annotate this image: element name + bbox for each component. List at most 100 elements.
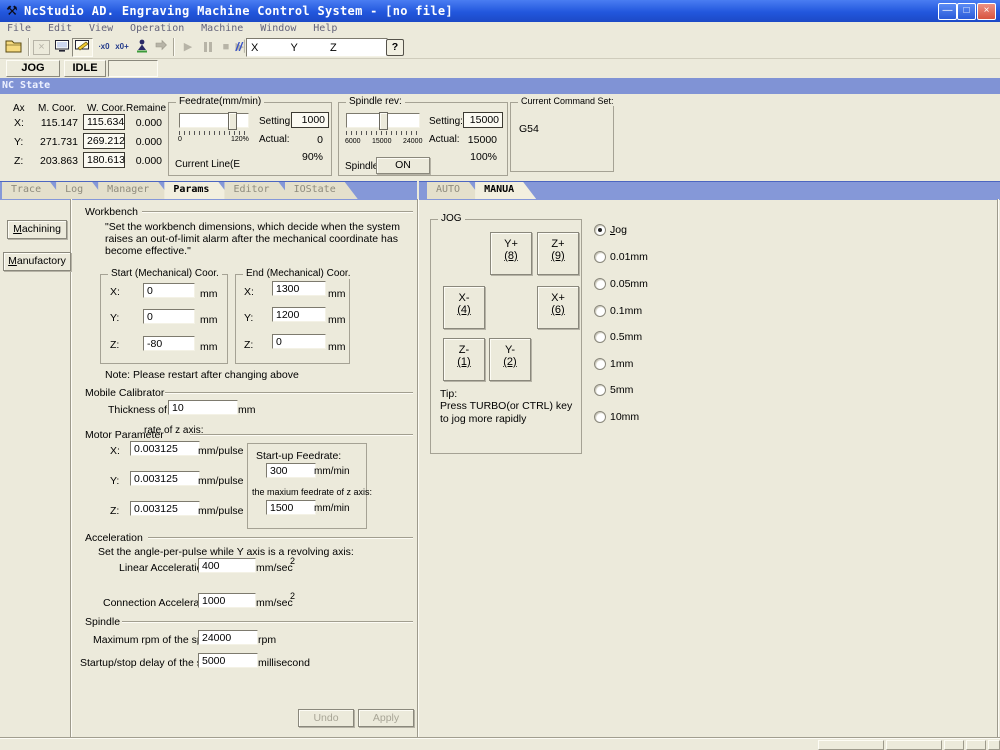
axis-select-input[interactable] (246, 38, 388, 57)
help-icon[interactable]: ? (386, 39, 404, 56)
jog-z-minus-button[interactable]: Z-(1) (443, 338, 485, 381)
radio-0-01mm[interactable] (594, 251, 606, 263)
apply-button[interactable]: Apply (358, 709, 414, 727)
back-to-origin-icon[interactable]: x0+ (113, 40, 131, 58)
minimize-icon[interactable]: — (938, 3, 957, 20)
statusbar-cell (944, 740, 964, 750)
menu-operation[interactable]: Operation (123, 22, 191, 34)
radio-1mm[interactable] (594, 358, 606, 370)
end-z-input[interactable] (272, 334, 326, 349)
end-y-input[interactable] (272, 307, 326, 322)
jog-z-plus-button[interactable]: Z+(9) (537, 232, 579, 275)
unit-label: mm/pulse (198, 475, 244, 487)
radio-5mm-label[interactable]: 5mm (610, 384, 633, 396)
menu-help[interactable]: Help (306, 22, 344, 34)
max-z-feedrate-input[interactable] (266, 500, 316, 515)
radio-5mm[interactable] (594, 384, 606, 396)
menu-machine[interactable]: Machine (194, 22, 250, 34)
jog-x-minus-button[interactable]: X-(4) (443, 286, 485, 329)
feedrate-slider-thumb[interactable] (228, 112, 237, 130)
set-origin-icon[interactable] (133, 38, 151, 56)
motor-y-input[interactable] (130, 471, 200, 486)
jog-x-plus-button[interactable]: X+(6) (537, 286, 579, 329)
tab-auto[interactable]: AUTO (427, 182, 482, 199)
tab-editor[interactable]: Editor (224, 182, 291, 199)
goto-point-icon[interactable]: ∙x0 (95, 40, 113, 58)
pause-icon[interactable] (199, 38, 217, 56)
start-coor-group: Start (Mechanical) Coor. X: mm Y: mm Z: … (100, 274, 228, 364)
feedrate-setting-value[interactable]: 1000 (291, 112, 329, 128)
connection-acceleration-input[interactable] (198, 593, 256, 608)
state-indicator: IDLE (64, 60, 106, 77)
axis-label: X: (244, 286, 254, 298)
tab-log[interactable]: Log (56, 182, 105, 199)
unit-label: mm (328, 314, 346, 326)
tab-manager[interactable]: Manager (98, 182, 171, 199)
undo-button[interactable]: Undo (298, 709, 354, 727)
start-coor-title: Start (Mechanical) Coor. (108, 268, 222, 279)
trace-view-icon[interactable] (72, 38, 93, 57)
motor-x-input[interactable] (130, 441, 200, 456)
radio-0-01mm-label[interactable]: 0.01mm (610, 251, 648, 263)
menu-edit[interactable]: Edit (41, 22, 79, 34)
spindle-slider-thumb[interactable] (379, 112, 388, 130)
work-coord-z[interactable]: 180.613 (83, 152, 125, 168)
spindle-setting-value[interactable]: 15000 (463, 112, 503, 128)
radio-10mm[interactable] (594, 411, 606, 423)
start-y-input[interactable] (143, 309, 195, 324)
linear-acceleration-input[interactable] (198, 558, 256, 573)
radio-0-5mm[interactable] (594, 331, 606, 343)
section-rule (148, 537, 413, 539)
radio-0-1mm[interactable] (594, 305, 606, 317)
sidebar-machining-button[interactable]: Machining (7, 220, 67, 239)
work-coord-y[interactable]: 269.212 (83, 133, 125, 149)
radio-10mm-label[interactable]: 10mm (610, 411, 639, 423)
simulate-icon[interactable]: × (33, 40, 50, 55)
statusbar-cell (966, 740, 986, 750)
startup-feedrate-input[interactable] (266, 463, 316, 478)
screen-icon[interactable] (53, 38, 71, 56)
open-file-icon[interactable] (5, 38, 23, 56)
axis-label: Y: (14, 136, 23, 148)
spindle-delay-input[interactable] (198, 653, 258, 668)
radio-0-5mm-label[interactable]: 0.5mm (610, 331, 642, 343)
feedrate-slider[interactable] (179, 113, 249, 128)
menu-window[interactable]: Window (253, 22, 303, 34)
spindle-on-button[interactable]: ON (376, 157, 430, 174)
radio-0-1mm-label[interactable]: 0.1mm (610, 305, 642, 317)
radio-1mm-label[interactable]: 1mm (610, 358, 633, 370)
nc-state-bar: NC State (0, 78, 1000, 94)
follow-icon[interactable] (152, 38, 170, 56)
max-rpm-input[interactable] (198, 630, 258, 645)
pane-splitter[interactable] (417, 199, 418, 737)
end-x-input[interactable] (272, 281, 326, 296)
jog-tip-title: Tip: (440, 388, 457, 400)
start-x-input[interactable] (143, 283, 195, 298)
motor-z-input[interactable] (130, 501, 200, 516)
tab-params[interactable]: Params (164, 182, 231, 199)
radio-jog[interactable] (594, 224, 606, 236)
start-icon[interactable]: ▶ (179, 38, 197, 56)
spindle-slider[interactable] (346, 113, 420, 128)
maximize-icon[interactable]: □ (957, 3, 976, 20)
thickness-input[interactable] (168, 400, 238, 415)
tab-iostate[interactable]: IOState (285, 182, 358, 199)
acceleration-hint: Set the angle-per-pulse while Y axis is … (98, 546, 354, 558)
work-coord-x[interactable]: 115.634 (83, 114, 125, 130)
left-tab-strip: TraceLogManagerParamsEditorIOState (0, 181, 417, 200)
statusbar-cell (818, 740, 884, 750)
radio-0-05mm-label[interactable]: 0.05mm (610, 278, 648, 290)
menu-file[interactable]: File (0, 22, 38, 34)
tab-manua[interactable]: MANUA (475, 182, 536, 199)
menu-view[interactable]: View (82, 22, 120, 34)
section-acceleration: Acceleration (85, 532, 143, 544)
close-icon[interactable]: × (977, 3, 996, 20)
jog-y-plus-button[interactable]: Y+(8) (490, 232, 532, 275)
feedrate-group: Feedrate(mm/min) 0 120% Setting: 1000 Ac… (168, 102, 332, 176)
jog-y-minus-button[interactable]: Y-(2) (489, 338, 531, 381)
tab-trace[interactable]: Trace (2, 182, 63, 199)
radio-0-05mm[interactable] (594, 278, 606, 290)
sidebar-manufactory-button[interactable]: Manufactory (3, 252, 71, 271)
start-z-input[interactable] (143, 336, 195, 351)
radio-jog-label[interactable]: Jog (610, 224, 627, 236)
